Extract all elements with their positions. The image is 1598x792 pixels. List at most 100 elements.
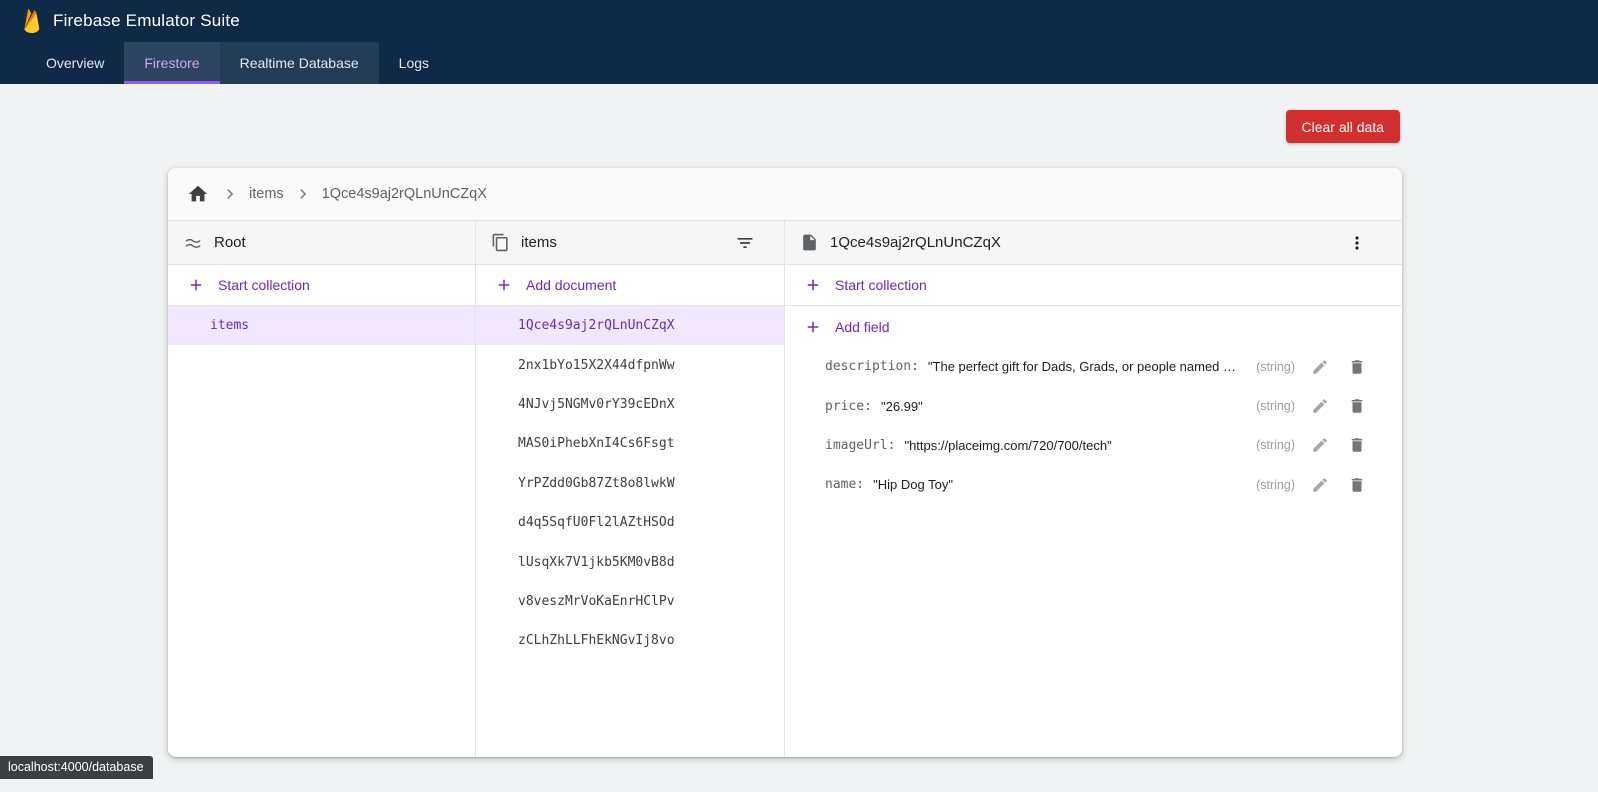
nav-tab-label: Realtime Database [240,55,359,71]
collection-column-header: items [476,221,784,265]
pencil-icon [1311,397,1329,415]
delete-field-button[interactable] [1345,433,1369,457]
nav-tab-label: Firestore [144,55,199,71]
start-collection-label: Start collection [218,277,310,293]
document-icon [800,233,819,252]
start-collection-button[interactable]: Start collection [168,265,475,306]
edit-field-button[interactable] [1308,473,1332,497]
root-column-title: Root [214,234,246,251]
plus-icon [187,276,205,294]
root-column: Root Start collection items [168,221,476,757]
document-start-collection-label: Start collection [835,277,927,293]
document-column-header: 1Qce4s9aj2rQLnUnCZqX [785,221,1402,265]
field-row: description: "The perfect gift for Dads,… [785,347,1402,386]
document-list-item[interactable]: zCLhZhLLFhEkNGvIj8vo [476,621,784,660]
collection-icon [491,233,510,252]
trash-icon [1348,436,1366,454]
plus-icon [804,318,822,336]
pencil-icon [1311,476,1329,494]
tab-bar: Overview Firestore Realtime Database Log… [0,42,1598,84]
add-field-label: Add field [835,319,889,335]
field-type: (string) [1242,399,1295,413]
document-id: v8veszMrVoKaEnrHClPv [518,594,675,609]
field-key: name: [825,477,864,492]
filter-documents-button[interactable] [732,230,758,256]
nav-tab[interactable]: Overview [26,42,124,84]
root-icon [183,233,203,253]
add-document-button[interactable]: Add document [476,265,784,306]
plus-icon [495,276,513,294]
nav-tab-label: Overview [46,55,104,71]
document-list-item[interactable]: 4NJvj5NGMv0rY39cEDnX [476,385,784,424]
document-menu-button[interactable] [1344,230,1370,256]
collection-id: items [210,318,249,333]
edit-field-button[interactable] [1308,355,1332,379]
document-list-item[interactable]: v8veszMrVoKaEnrHClPv [476,582,784,621]
clear-all-data-button[interactable]: Clear all data [1286,110,1401,143]
field-type: (string) [1242,438,1295,452]
field-row: price: "26.99" (string) [785,386,1402,425]
document-column: 1Qce4s9aj2rQLnUnCZqX Start collection Ad… [785,221,1402,757]
plus-icon [804,276,822,294]
document-list-item[interactable]: lUsqXk7V1jkb5KM0vB8d [476,542,784,581]
breadcrumb: items 1Qce4s9aj2rQLnUnCZqX [168,168,1402,221]
brand-row: Firebase Emulator Suite [0,0,1598,42]
kebab-menu-icon [1347,233,1367,253]
document-id: 1Qce4s9aj2rQLnUnCZqX [518,318,675,333]
browser-status-url: localhost:4000/database [0,756,153,779]
nav-tab[interactable]: Realtime Database [220,42,379,84]
field-value: "https://placeimg.com/720/700/tech" [904,438,1111,453]
document-id: MAS0iPhebXnI4Cs6Fsgt [518,436,675,451]
filter-icon [735,233,755,253]
documents-list: 1Qce4s9aj2rQLnUnCZqX 2nx1bYo15X2X44dfpnW… [476,306,784,661]
document-column-title: 1Qce4s9aj2rQLnUnCZqX [830,234,1001,251]
delete-field-button[interactable] [1345,473,1369,497]
app-header: Firebase Emulator Suite Overview Firesto… [0,0,1598,84]
field-actions [1308,473,1369,497]
trash-icon [1348,397,1366,415]
delete-field-button[interactable] [1345,355,1369,379]
field-actions [1308,433,1369,457]
breadcrumb-collection-link[interactable]: items [249,186,284,202]
document-id: zCLhZhLLFhEkNGvIj8vo [518,633,675,648]
document-start-collection-button[interactable]: Start collection [785,265,1402,306]
home-icon [187,183,209,205]
document-list-item[interactable]: 1Qce4s9aj2rQLnUnCZqX [476,306,784,345]
field-key: price: [825,399,872,414]
document-list-item[interactable]: YrPZdd0Gb87Zt8o8lwkW [476,464,784,503]
nav-tab[interactable]: Firestore [124,42,219,84]
delete-field-button[interactable] [1345,394,1369,418]
document-id: 2nx1bYo15X2X44dfpnWw [518,358,675,373]
add-document-label: Add document [526,277,616,293]
breadcrumb-document-link[interactable]: 1Qce4s9aj2rQLnUnCZqX [322,186,487,202]
field-row: imageUrl: "https://placeimg.com/720/700/… [785,426,1402,465]
toolbar: Clear all data [0,84,1598,143]
document-list-item[interactable]: d4q5SqfU0Fl2lAZtHSOd [476,503,784,542]
field-type: (string) [1242,360,1295,374]
collection-column: items Add document 1Qce4s9aj2rQLnUnCZqX … [476,221,785,757]
firebase-flame-icon [21,7,42,35]
app-title: Firebase Emulator Suite [53,11,240,31]
edit-field-button[interactable] [1308,433,1332,457]
add-field-button[interactable]: Add field [785,306,1402,347]
collection-list-item[interactable]: items [168,306,475,345]
nav-tab-label: Logs [399,55,429,71]
field-value: "Hip Dog Toy" [873,477,953,492]
firestore-columns: Root Start collection items items [168,221,1402,757]
collections-list: items [168,306,475,345]
document-id: lUsqXk7V1jkb5KM0vB8d [518,555,675,570]
firestore-data-panel: items 1Qce4s9aj2rQLnUnCZqX Root Start co… [168,168,1402,757]
root-column-header: Root [168,221,475,265]
nav-tab[interactable]: Logs [379,42,449,84]
breadcrumb-home-button[interactable] [185,181,211,207]
chevron-right-icon [220,184,240,204]
field-row: name: "Hip Dog Toy" (string) [785,465,1402,504]
field-actions [1308,355,1369,379]
pencil-icon [1311,436,1329,454]
field-key: description: [825,359,919,374]
document-list-item[interactable]: MAS0iPhebXnI4Cs6Fsgt [476,424,784,463]
edit-field-button[interactable] [1308,394,1332,418]
pencil-icon [1311,358,1329,376]
document-list-item[interactable]: 2nx1bYo15X2X44dfpnWw [476,345,784,384]
document-id: YrPZdd0Gb87Zt8o8lwkW [518,476,675,491]
